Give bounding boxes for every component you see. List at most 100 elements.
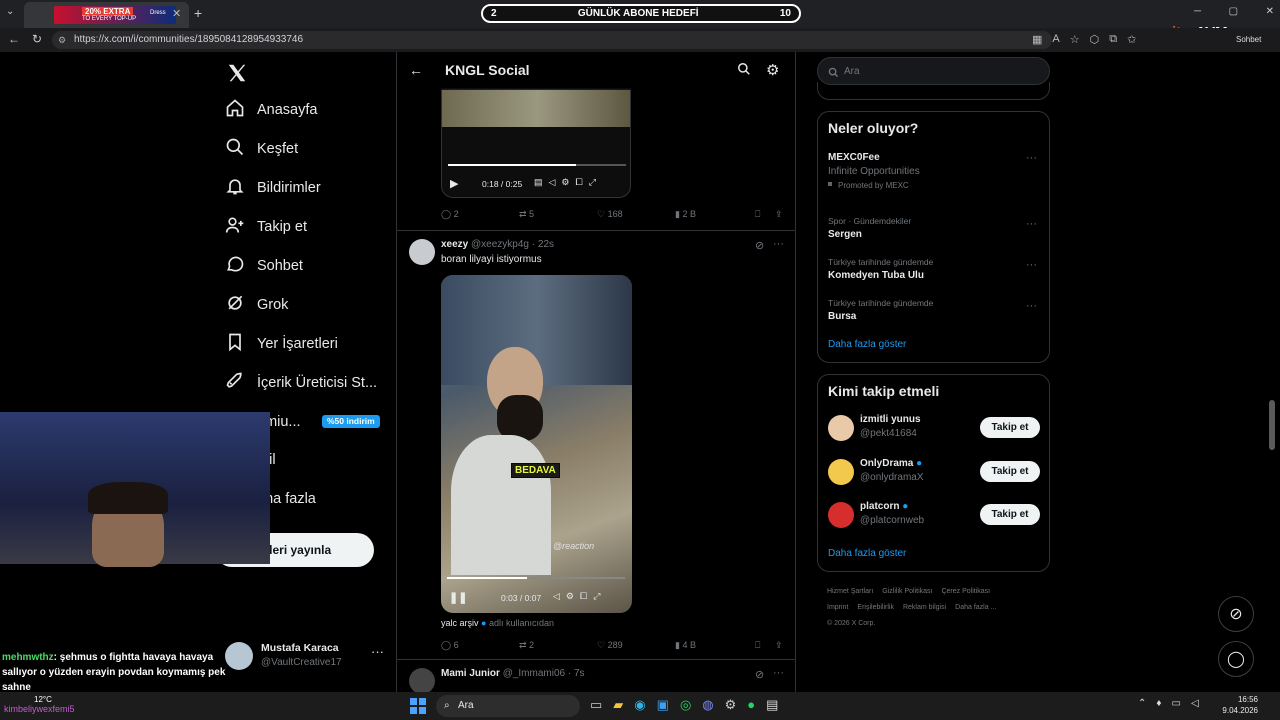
post2[interactable]: xeezy @xeezykp4g · 22s ⊘ ··· boran lilya… xyxy=(397,231,795,659)
nav-item-7[interactable]: Yer İşaretleri xyxy=(225,328,338,360)
favorites-bar-icon[interactable]: ✩ xyxy=(1127,33,1136,46)
nav-item-8[interactable]: İçerik Üreticisi St... xyxy=(225,367,377,399)
follow-avatar[interactable] xyxy=(828,502,854,528)
follow-suggestion[interactable]: platcorn ● @platcornweb Takip et xyxy=(828,500,1040,530)
follow-name[interactable]: OnlyDrama xyxy=(860,458,913,469)
new-tab-icon[interactable]: + xyxy=(194,5,202,21)
reply-button[interactable]: ◯ 6 xyxy=(441,640,519,651)
footer-link[interactable]: Reklam bilgisi xyxy=(903,604,946,611)
repost-button[interactable]: ⇄ 5 xyxy=(519,209,597,220)
share-icon[interactable]: ⇪ xyxy=(775,209,783,220)
search-box[interactable]: Ara xyxy=(817,57,1050,85)
nav-item-1[interactable]: Anasayfa xyxy=(225,94,317,126)
follow-button[interactable]: Takip et xyxy=(980,504,1040,525)
collections-icon[interactable]: ⧉ xyxy=(1109,33,1117,46)
footer-link[interactable]: Erişilebilirlik xyxy=(857,604,894,611)
follow-avatar[interactable] xyxy=(828,459,854,485)
trend-item[interactable]: Türkiye tarihinde gündemde Komedyen Tuba … xyxy=(828,257,1042,297)
tray-chevron-icon[interactable]: ⌃ xyxy=(1138,698,1146,709)
post2-more-icon[interactable]: ··· xyxy=(773,238,784,250)
play-icon[interactable]: ▶ xyxy=(450,177,458,190)
views-button[interactable]: ▮ 2 B xyxy=(675,209,755,220)
header-search-icon[interactable] xyxy=(737,62,751,81)
window-close-icon[interactable]: ✕ xyxy=(1266,6,1274,17)
taskbar-search[interactable]: ⌕ Ara xyxy=(436,695,580,717)
progress-track[interactable] xyxy=(448,164,626,166)
spotify-icon[interactable]: ● xyxy=(747,697,755,713)
back-icon[interactable]: ← xyxy=(8,32,20,46)
follow-suggestion[interactable]: OnlyDrama ● @onlydramaX Takip et xyxy=(828,457,1040,487)
weather-widget[interactable]: 12°C xyxy=(34,695,52,704)
nav-item-4[interactable]: Takip et xyxy=(225,211,307,243)
trend-more-icon[interactable]: ··· xyxy=(1026,218,1037,230)
header-settings-icon[interactable]: ⚙ xyxy=(766,61,779,79)
tab-menu-button[interactable]: ⌄ xyxy=(6,6,22,22)
post2-handle[interactable]: @xeezykp4g xyxy=(471,239,529,250)
post2-video[interactable]: BEDAVA @reaction ❚❚ 0:03 / 0:07 ◁⚙⧠⤢ xyxy=(441,275,632,613)
views-button[interactable]: ▮ 4 B xyxy=(675,640,755,651)
share-icon[interactable]: ⇪ xyxy=(775,640,783,651)
settings-icon[interactable]: ⚙ xyxy=(725,697,737,713)
footer-link[interactable]: Daha fazla ... xyxy=(955,604,996,611)
app-icon[interactable]: ▤ xyxy=(766,697,778,713)
follow-button[interactable]: Takip et xyxy=(980,461,1040,482)
nav-item-5[interactable]: Sohbet xyxy=(225,250,303,282)
discord-icon[interactable]: ◍ xyxy=(702,697,713,713)
follow-name[interactable]: izmitli yunus xyxy=(860,414,921,425)
post3-avatar[interactable] xyxy=(409,668,435,692)
credit-name[interactable]: yalc arşiv xyxy=(441,618,479,628)
follow-avatar[interactable] xyxy=(828,415,854,441)
file-explorer-icon[interactable]: ▰ xyxy=(613,697,623,713)
bookmark-icon[interactable]: ⎕ xyxy=(755,640,775,651)
video-controls-icons[interactable]: ▤◁⚙⧠⤢ xyxy=(534,177,602,188)
store-icon[interactable]: ▣ xyxy=(657,697,669,713)
more-icon[interactable]: ··· xyxy=(371,644,384,659)
bookmark-icon[interactable]: ⎕ xyxy=(755,209,775,220)
grok-icon[interactable]: ⊘ xyxy=(755,668,764,681)
grok-icon[interactable]: ⊘ xyxy=(755,239,764,252)
page-scrollbar[interactable] xyxy=(1269,400,1275,450)
mic-icon[interactable]: ♦ xyxy=(1156,698,1161,709)
nav-item-6[interactable]: Grok xyxy=(225,289,288,321)
favorite-icon[interactable]: ☆ xyxy=(1070,33,1080,46)
read-aloud-icon[interactable]: A xyxy=(1052,33,1059,46)
trend-more-icon[interactable]: ··· xyxy=(1026,300,1037,312)
edge-icon[interactable]: ◉ xyxy=(634,697,645,713)
grid-icon[interactable]: ▦ xyxy=(1032,33,1042,46)
post1-video[interactable]: ▶ 0:18 / 0:25 ▤◁⚙⧠⤢ xyxy=(441,88,631,198)
nav-item-2[interactable]: Keşfet xyxy=(225,133,298,165)
account-switcher[interactable]: Mustafa Karaca @VaultCreative17 ··· xyxy=(225,640,395,672)
repost-button[interactable]: ⇄ 2 xyxy=(519,640,597,651)
browser-tab[interactable]: 20% EXTRA TO EVERY TOP-UP Dress ✕ xyxy=(24,2,189,28)
progress-track[interactable] xyxy=(447,577,625,579)
x-logo-icon[interactable] xyxy=(226,62,250,86)
nav-item-3[interactable]: Bildirimler xyxy=(225,172,321,204)
trend-item[interactable]: MEXC0Fee Infinite Opportunities Promoted b… xyxy=(828,152,1042,192)
back-arrow-icon[interactable]: ← xyxy=(409,62,423,78)
trend-item[interactable]: Spor · Gündemdekiler Sergen ··· xyxy=(828,216,1042,256)
trend-more-icon[interactable]: ··· xyxy=(1026,259,1037,271)
like-button[interactable]: ♡ 168 xyxy=(597,209,675,220)
site-info-icon[interactable]: ⚙ xyxy=(58,31,66,49)
volume-icon[interactable]: ◁ xyxy=(1191,698,1199,709)
whatsapp-icon[interactable]: ◎ xyxy=(680,697,691,713)
footer-link[interactable]: Hizmet Şartları xyxy=(827,588,873,595)
pause-icon[interactable]: ❚❚ xyxy=(449,591,467,604)
post3-more-icon[interactable]: ··· xyxy=(773,667,784,679)
post2-avatar[interactable] xyxy=(409,239,435,265)
messages-float-button[interactable]: ◯ xyxy=(1218,641,1254,677)
like-button[interactable]: ♡ 289 xyxy=(597,640,675,651)
follow-name[interactable]: platcorn xyxy=(860,501,899,512)
post3[interactable]: Mami Junior @_Immami06 · 7s ⊘ ··· xyxy=(397,660,795,692)
reload-icon[interactable]: ↻ xyxy=(32,32,42,46)
trend-more-icon[interactable]: ··· xyxy=(1026,152,1037,164)
footer-link[interactable]: Imprint xyxy=(827,604,848,611)
footer-link[interactable]: Çerez Politikası xyxy=(941,588,990,595)
url-field[interactable]: ⚙ https://x.com/i/communities/1895084128… xyxy=(52,31,1052,49)
footer-link[interactable]: Gizlilik Politikası xyxy=(882,588,932,595)
start-icon[interactable] xyxy=(410,698,426,714)
task-view-icon[interactable]: ▭ xyxy=(590,697,602,713)
trend-item[interactable]: Türkiye tarihinde gündemde Bursa ··· xyxy=(828,298,1042,338)
extension-icon[interactable]: ⬡ xyxy=(1090,33,1100,46)
clock[interactable]: 16:56 9.04.2026 xyxy=(1214,694,1258,716)
